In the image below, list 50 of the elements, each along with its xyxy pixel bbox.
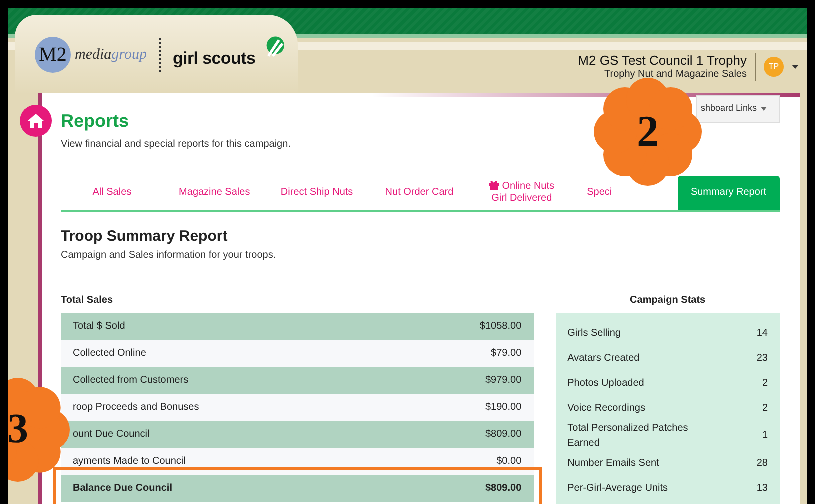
section-heading: Total Sales: [61, 294, 114, 308]
row-value: $809.00: [485, 482, 522, 496]
stat-value: 1: [762, 429, 768, 444]
report-subtitle: Campaign and Sales information for your troops.: [61, 248, 278, 263]
girl-scouts-logo: girl scouts: [172, 35, 288, 75]
home-button[interactable]: [20, 105, 52, 137]
row-label: Collected from Customers: [73, 374, 189, 388]
stat-value: 28: [756, 456, 768, 471]
council-name: M2 GS Test Council 1 Trophy: [578, 54, 747, 69]
stat-value: 2: [762, 402, 768, 416]
row-label: roop Proceeds and Bonuses: [73, 400, 200, 415]
row-label: ayments Made to Council: [73, 454, 186, 469]
section-heading: Campaign Stats: [629, 294, 707, 308]
report-title: Troop Summary Report: [61, 228, 229, 246]
page-subtitle: View financial and special reports for this campaign.: [61, 138, 292, 152]
page-title: Reports: [61, 111, 130, 133]
stat-value: 14: [756, 326, 768, 341]
stat-label: Total Personalized Patches Earned: [568, 422, 690, 451]
stat-value: 2: [762, 376, 768, 391]
stat-label: Number Emails Sent: [568, 456, 660, 471]
report-tab[interactable]: Magazine Sales: [163, 176, 266, 210]
stat-label: Avatars Created: [568, 352, 640, 366]
row-label: Collected Online: [73, 346, 146, 361]
row-value: $1058.00: [480, 320, 522, 334]
report-tab[interactable]: Nut Order Card: [368, 176, 471, 210]
row-label: Total $ Sold: [73, 320, 126, 334]
stat-label: Per-Girl-Average Units: [568, 482, 668, 496]
stat-value: 23: [756, 352, 768, 366]
gift-icon: [489, 180, 500, 190]
stat-label: Photos Uploaded: [568, 376, 644, 391]
stat-value: 13: [756, 482, 768, 496]
report-tab[interactable]: Summary Report: [678, 176, 780, 210]
campaign-name: Trophy Nut and Magazine Sales: [604, 68, 747, 80]
row-label: Balance Due Council: [73, 482, 172, 496]
row-value: $809.00: [485, 428, 522, 442]
row-label: ount Due Council: [73, 428, 150, 442]
house-icon: [28, 114, 44, 128]
caret-icon[interactable]: [792, 65, 799, 69]
stat-label: Voice Recordings: [568, 402, 646, 416]
stat-label: Girls Selling: [568, 326, 621, 341]
report-tab[interactable]: Online Nuts Girl Delivered: [470, 176, 574, 210]
media-group-logo: M2 mediagroup: [35, 37, 147, 73]
row-value: $979.00: [485, 374, 522, 388]
dashboard-links-button[interactable]: shboard Links: [696, 95, 780, 123]
row-value: $0.00: [496, 454, 522, 469]
row-value: $190.00: [485, 400, 522, 415]
report-tab[interactable]: All Sales: [61, 176, 164, 210]
report-tab[interactable]: Direct Ship Nuts: [266, 176, 368, 210]
row-value: $79.00: [491, 346, 522, 361]
caret-icon: [761, 107, 767, 111]
